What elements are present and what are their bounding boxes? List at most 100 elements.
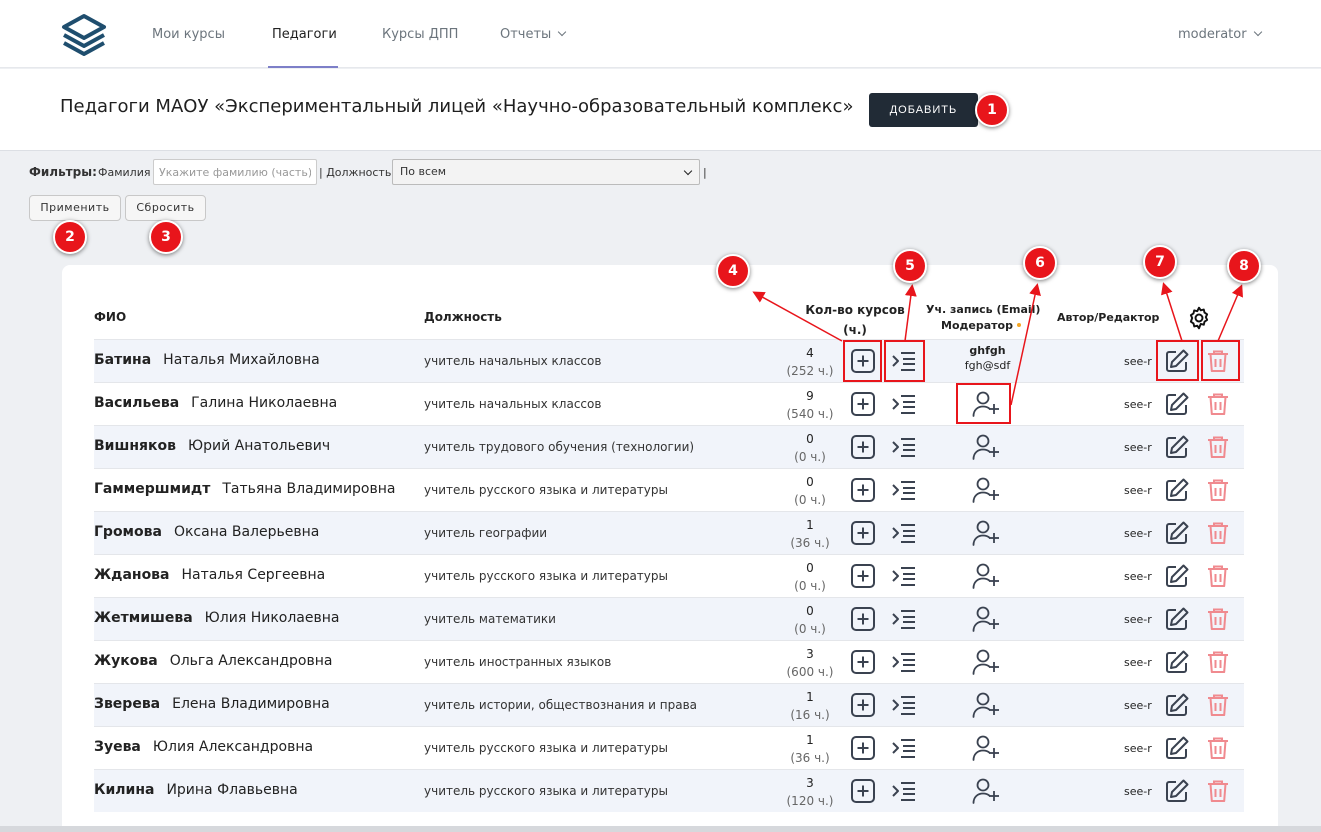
teacher-name[interactable]: Жетмишева Юлия Николаевна <box>94 610 339 626</box>
course-list-icon[interactable] <box>890 520 916 546</box>
add-user-account-icon[interactable] <box>971 432 1001 462</box>
teacher-name[interactable]: Зуева Юлия Александровна <box>94 739 313 755</box>
add-course-icon[interactable] <box>850 477 876 503</box>
delete-trash-icon[interactable] <box>1205 477 1231 503</box>
add-course-icon[interactable] <box>850 692 876 718</box>
gear-icon[interactable] <box>1186 305 1212 331</box>
edit-icon[interactable] <box>1164 520 1190 546</box>
surname-input[interactable] <box>153 159 317 185</box>
add-user-account-icon[interactable] <box>971 604 1001 634</box>
add-course-icon[interactable] <box>850 735 876 761</box>
teacher-position: учитель начальных классов <box>424 354 602 368</box>
add-course-icon[interactable] <box>850 520 876 546</box>
teacher-name[interactable]: Жукова Ольга Александровна <box>94 653 332 669</box>
nav-dpp-courses[interactable]: Курсы ДПП <box>382 0 458 68</box>
edit-icon[interactable] <box>1164 563 1190 589</box>
page-title: Педагоги МАОУ «Экспериментальный лицей «… <box>60 96 854 117</box>
edit-icon[interactable] <box>1164 391 1190 417</box>
annotation-badge-8: 8 <box>1227 249 1261 283</box>
header-position[interactable]: Должность <box>424 310 502 324</box>
teacher-name[interactable]: Жданова Наталья Сергеевна <box>94 567 325 583</box>
logo-layers-icon[interactable] <box>60 13 108 57</box>
add-course-icon[interactable] <box>850 434 876 460</box>
edit-icon[interactable] <box>1164 606 1190 632</box>
delete-trash-icon[interactable] <box>1205 649 1231 675</box>
annotation-badge-1: 1 <box>975 93 1009 127</box>
teacher-name[interactable]: Вишняков Юрий Анатольевич <box>94 438 330 454</box>
delete-trash-icon[interactable] <box>1205 692 1231 718</box>
teacher-first-name: Галина Николаевна <box>191 395 338 411</box>
course-list-icon[interactable] <box>890 391 916 417</box>
add-user-account-icon[interactable] <box>971 518 1001 548</box>
course-list-icon[interactable] <box>890 692 916 718</box>
header-author[interactable]: Автор/Редактор <box>1057 311 1159 324</box>
chevron-down-icon <box>1253 27 1262 37</box>
delete-trash-icon[interactable] <box>1205 434 1231 460</box>
teacher-last-name: Жетмишева <box>94 610 193 626</box>
table-row: Жданова Наталья Сергеевна учитель русского… <box>94 554 1244 597</box>
position-select[interactable]: По всем <box>392 159 700 185</box>
header-account-line2: Модератор <box>941 319 1013 332</box>
add-user-account-icon[interactable] <box>971 733 1001 763</box>
nav-teachers[interactable]: Педагоги <box>272 0 337 68</box>
course-list-icon[interactable] <box>890 649 916 675</box>
edit-icon[interactable] <box>1164 649 1190 675</box>
reset-button[interactable]: Сбросить <box>125 195 206 221</box>
course-list-icon[interactable] <box>890 563 916 589</box>
edit-icon[interactable] <box>1164 778 1190 804</box>
nav-reports[interactable]: Отчеты <box>500 0 567 68</box>
edit-icon[interactable] <box>1164 735 1190 761</box>
course-list-icon[interactable] <box>890 606 916 632</box>
delete-trash-icon[interactable] <box>1205 520 1231 546</box>
edit-icon[interactable] <box>1164 477 1190 503</box>
teacher-last-name: Громова <box>94 524 162 540</box>
teacher-name[interactable]: Громова Оксана Валерьевна <box>94 524 319 540</box>
add-course-icon[interactable] <box>850 606 876 632</box>
add-user-account-icon[interactable] <box>971 690 1001 720</box>
teacher-name[interactable]: Гаммершмидт Татьяна Владимировна <box>94 481 395 497</box>
add-user-account-icon[interactable] <box>971 475 1001 505</box>
teacher-name[interactable]: Килина Ирина Флавьевна <box>94 782 298 798</box>
course-hours: (0 ч.) <box>794 622 826 636</box>
course-count-value: 1 <box>806 733 814 747</box>
header-account[interactable]: Уч. запись (Email) Модератор <box>926 302 1040 334</box>
add-course-icon[interactable] <box>850 778 876 804</box>
teacher-name[interactable]: Батина Наталья Михайловна <box>94 352 320 368</box>
table-row: Вишняков Юрий Анатольевич учитель трудовог… <box>94 425 1244 468</box>
course-list-icon[interactable] <box>890 434 916 460</box>
header-courses[interactable]: Кол-во курсов (ч.) <box>800 300 910 340</box>
course-count-value: 1 <box>806 690 814 704</box>
header-fio[interactable]: ФИО <box>94 310 126 324</box>
teacher-first-name: Ирина Флавьевна <box>166 782 298 798</box>
course-hours: (16 ч.) <box>790 708 830 722</box>
edit-icon[interactable] <box>1164 692 1190 718</box>
active-tab-indicator <box>268 66 338 68</box>
apply-button[interactable]: Применить <box>29 195 121 221</box>
edit-icon[interactable] <box>1164 434 1190 460</box>
add-user-account-icon[interactable] <box>971 776 1001 806</box>
course-list-icon[interactable] <box>890 477 916 503</box>
add-course-icon[interactable] <box>850 649 876 675</box>
teacher-position: учитель русского языка и литературы <box>424 741 668 755</box>
add-user-account-icon[interactable] <box>971 647 1001 677</box>
teacher-first-name: Юлия Александровна <box>152 739 314 755</box>
teacher-position: учитель начальных классов <box>424 397 602 411</box>
delete-trash-icon[interactable] <box>1205 735 1231 761</box>
teacher-name[interactable]: Васильева Галина Николаевна <box>94 395 337 411</box>
add-teacher-button[interactable]: ДОБАВИТЬ <box>869 93 978 127</box>
teachers-table-body: Батина Наталья Михайловна учитель начальны… <box>94 339 1244 812</box>
delete-trash-icon[interactable] <box>1205 778 1231 804</box>
delete-trash-icon[interactable] <box>1205 391 1231 417</box>
delete-trash-icon[interactable] <box>1205 606 1231 632</box>
user-menu[interactable]: moderator <box>1178 0 1262 68</box>
course-list-icon[interactable] <box>890 735 916 761</box>
course-list-icon[interactable] <box>890 778 916 804</box>
delete-trash-icon[interactable] <box>1205 563 1231 589</box>
nav-my-courses[interactable]: Мои курсы <box>152 0 225 68</box>
teacher-name[interactable]: Зверева Елена Владимировна <box>94 696 330 712</box>
add-user-account-icon[interactable] <box>971 561 1001 591</box>
add-course-icon[interactable] <box>850 563 876 589</box>
annotation-badge-6: 6 <box>1023 246 1057 280</box>
add-course-icon[interactable] <box>850 391 876 417</box>
chevron-down-icon <box>683 166 693 176</box>
